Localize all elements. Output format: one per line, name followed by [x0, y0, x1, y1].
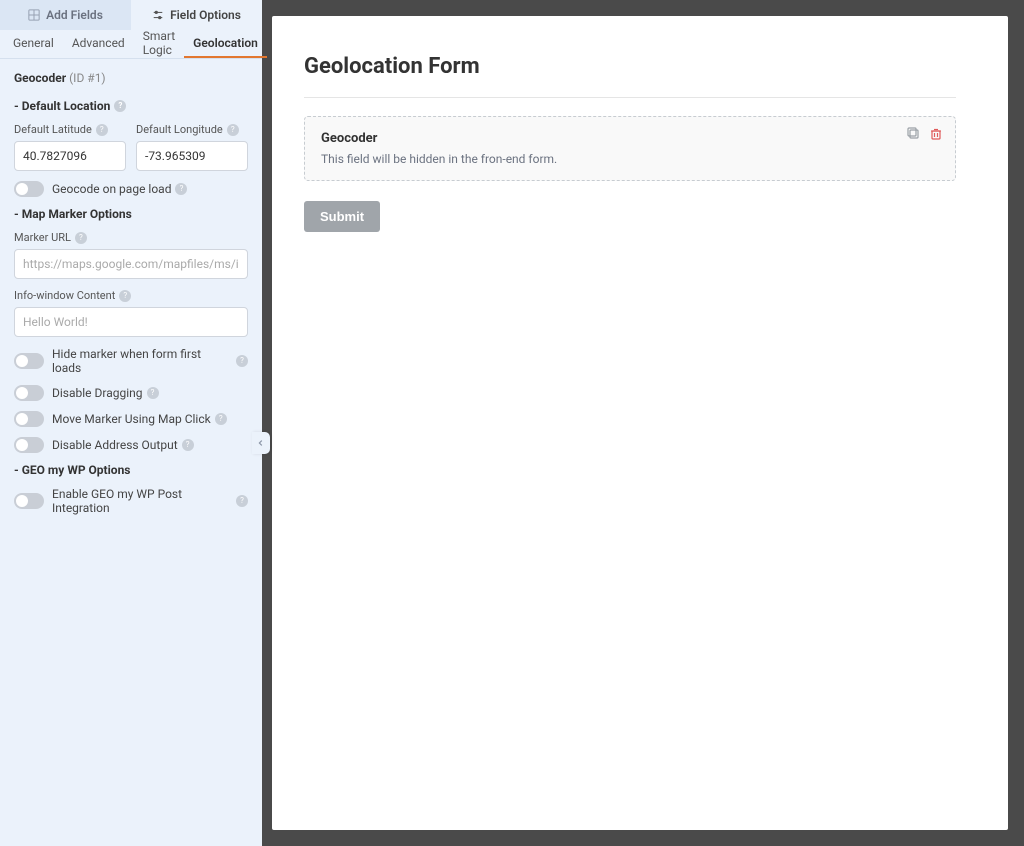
field-id: (ID #1) [69, 71, 106, 85]
tab-field-options[interactable]: Field Options [131, 0, 262, 30]
default-latitude-input[interactable] [14, 141, 126, 171]
toggle-hide-marker-label: Hide marker when form first loads [52, 347, 232, 375]
help-icon[interactable]: ? [175, 183, 187, 195]
field-name: Geocoder [14, 71, 66, 85]
toggle-disable-dragging[interactable] [14, 385, 44, 401]
help-icon[interactable]: ? [236, 495, 248, 507]
form-title: Geolocation Form [304, 54, 956, 79]
tab-field-options-label: Field Options [170, 8, 241, 22]
sub-tab-advanced[interactable]: Advanced [63, 30, 134, 58]
section-default-location: - Default Location ? [14, 99, 248, 113]
sidebar-content: Geocoder (ID #1) - Default Location ? De… [0, 59, 262, 537]
sliders-icon [152, 9, 164, 21]
help-icon[interactable]: ? [75, 232, 87, 244]
toggle-disable-address-label: Disable Address Output [52, 438, 178, 452]
toggle-hide-marker-row: Hide marker when form first loads ? [14, 347, 248, 375]
marker-url-input[interactable] [14, 249, 248, 279]
app-container: Add Fields Field Options General Advance… [0, 0, 1024, 846]
toggle-enable-geo-my-wp-row: Enable GEO my WP Post Integration ? [14, 487, 248, 515]
toggle-disable-dragging-label: Disable Dragging [52, 386, 143, 400]
default-latitude-label: Default Latitude ? [14, 123, 126, 136]
duplicate-icon[interactable] [907, 127, 921, 141]
info-window-label: Info-window Content ? [14, 289, 248, 302]
toggle-disable-address-row: Disable Address Output ? [14, 437, 248, 453]
field-box-actions [907, 127, 943, 141]
toggle-geocode-on-load-label: Geocode on page load [52, 182, 171, 196]
field-box-title: Geocoder [321, 131, 939, 146]
help-icon[interactable]: ? [96, 124, 108, 136]
toggle-hide-marker[interactable] [14, 353, 44, 369]
top-tabs: Add Fields Field Options [0, 0, 262, 30]
sub-tab-general[interactable]: General [4, 30, 63, 58]
marker-url-label-text: Marker URL [14, 231, 71, 244]
help-icon[interactable]: ? [236, 355, 248, 367]
sub-tabs: General Advanced Smart Logic Geolocation [0, 30, 262, 59]
default-longitude-label-text: Default Longitude [136, 123, 223, 136]
toggle-geocode-on-load-row: Geocode on page load ? [14, 181, 248, 197]
default-latitude-label-text: Default Latitude [14, 123, 92, 136]
grid-icon [28, 9, 40, 21]
geocoder-field-box[interactable]: Geocoder This field will be hidden in th… [304, 116, 956, 181]
tab-add-fields-label: Add Fields [46, 8, 103, 22]
section-map-marker: - Map Marker Options [14, 207, 248, 221]
toggle-geocode-on-load[interactable] [14, 181, 44, 197]
default-longitude-label: Default Longitude ? [136, 123, 248, 136]
sidebar: Add Fields Field Options General Advance… [0, 0, 262, 846]
tab-add-fields[interactable]: Add Fields [0, 0, 131, 30]
toggle-move-marker[interactable] [14, 411, 44, 427]
toggle-enable-geo-my-wp[interactable] [14, 493, 44, 509]
help-icon[interactable]: ? [147, 387, 159, 399]
toggle-enable-geo-my-wp-label: Enable GEO my WP Post Integration [52, 487, 232, 515]
delete-icon[interactable] [929, 127, 943, 141]
collapse-sidebar-button[interactable] [252, 432, 270, 454]
help-icon[interactable]: ? [227, 124, 239, 136]
help-icon[interactable]: ? [119, 290, 131, 302]
latlng-row: Default Latitude ? Default Longitude ? [14, 123, 248, 171]
title-divider [304, 97, 956, 98]
sub-tab-smart-logic[interactable]: Smart Logic [134, 30, 184, 58]
help-icon[interactable]: ? [114, 100, 126, 112]
marker-url-label: Marker URL ? [14, 231, 248, 244]
info-window-input[interactable] [14, 307, 248, 337]
info-window-label-text: Info-window Content [14, 289, 115, 302]
field-box-description: This field will be hidden in the fron-en… [321, 152, 939, 166]
default-longitude-input[interactable] [136, 141, 248, 171]
toggle-move-marker-row: Move Marker Using Map Click ? [14, 411, 248, 427]
field-header: Geocoder (ID #1) [14, 71, 248, 85]
toggle-disable-address[interactable] [14, 437, 44, 453]
submit-button[interactable]: Submit [304, 201, 380, 232]
section-map-marker-label: - Map Marker Options [14, 207, 132, 221]
help-icon[interactable]: ? [215, 413, 227, 425]
section-geo-my-wp-label: - GEO my WP Options [14, 463, 130, 477]
help-icon[interactable]: ? [182, 439, 194, 451]
toggle-disable-dragging-row: Disable Dragging ? [14, 385, 248, 401]
section-default-location-label: - Default Location [14, 99, 110, 113]
main-area: Geolocation Form Geocoder This field wil… [262, 0, 1024, 846]
preview-panel: Geolocation Form Geocoder This field wil… [272, 16, 1008, 830]
sub-tab-geolocation[interactable]: Geolocation [184, 30, 267, 58]
section-geo-my-wp: - GEO my WP Options [14, 463, 248, 477]
toggle-move-marker-label: Move Marker Using Map Click [52, 412, 211, 426]
